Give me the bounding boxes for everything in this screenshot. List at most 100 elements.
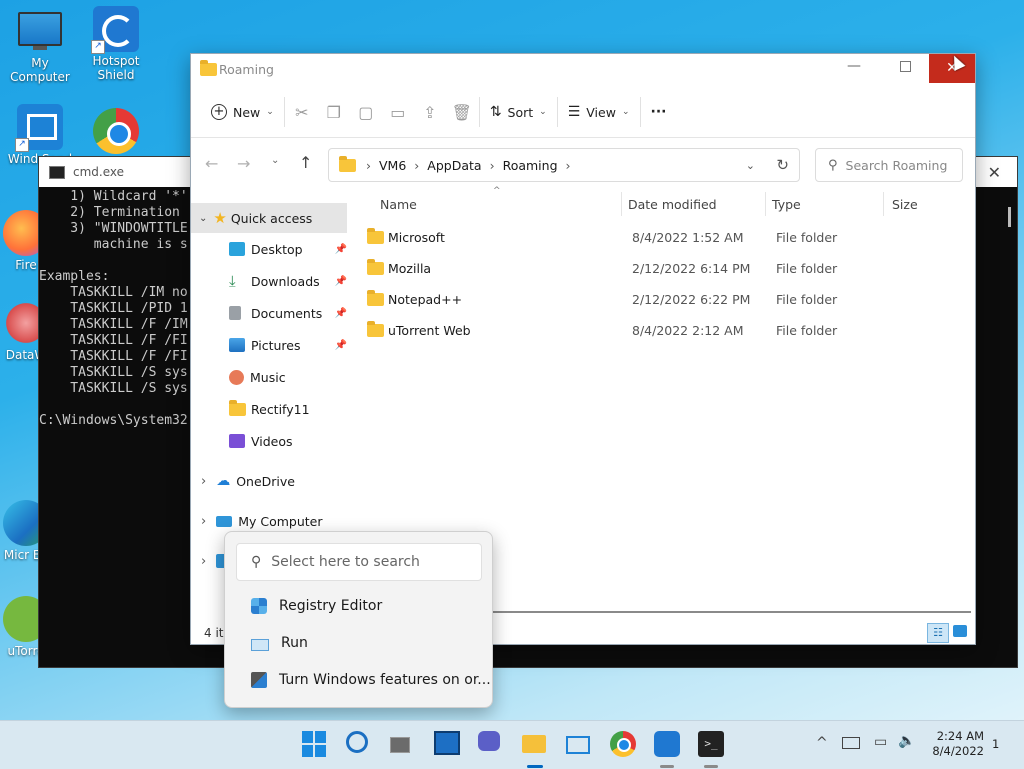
notification-badge[interactable]: 1 <box>992 737 999 751</box>
folder-icon <box>367 259 384 275</box>
cloud-icon: ☁ <box>216 473 231 489</box>
nav-item-downloads[interactable]: ⤓ Downloads 📌 <box>191 265 351 297</box>
task-view-icon[interactable] <box>390 731 416 757</box>
menu-item-run[interactable]: Run <box>251 635 308 651</box>
teams-chat-icon[interactable] <box>478 731 504 757</box>
desktop-icon-chrome[interactable] <box>76 108 156 156</box>
cmd-scrollbar[interactable] <box>1008 207 1011 227</box>
close-icon[interactable]: ✕ <box>988 163 1001 182</box>
column-header-date[interactable]: Date modified <box>628 197 717 212</box>
recent-chevron-icon[interactable]: ⌄ <box>271 155 279 166</box>
nav-item-pictures[interactable]: Pictures 📌 <box>191 329 351 361</box>
view-button[interactable]: ☰ View ⌄ <box>560 96 638 128</box>
new-button[interactable]: + New ⌄ <box>203 96 282 128</box>
desktop-icon-my-computer[interactable]: My Computer <box>0 8 80 84</box>
sort-button[interactable]: ⇅ Sort ⌄ <box>482 96 555 128</box>
breadcrumb-item[interactable]: VM6 <box>379 158 406 173</box>
volume-icon[interactable]: 🔈 <box>898 733 915 749</box>
chevron-up-icon[interactable]: ^ <box>816 735 828 751</box>
star-icon: ★ <box>213 209 227 227</box>
chevron-down-icon: ⌄ <box>199 212 208 224</box>
file-type: File folder <box>776 261 838 276</box>
file-row[interactable]: uTorrent Web 8/4/2022 2:12 AM File folde… <box>367 315 837 346</box>
cmd-icon <box>49 165 65 179</box>
menu-search-placeholder: Select here to search <box>271 554 420 570</box>
keyboard-icon[interactable] <box>842 737 860 749</box>
refresh-icon[interactable]: ↻ <box>776 156 789 174</box>
cut-icon[interactable]: ✂ <box>287 103 317 122</box>
nav-item-videos[interactable]: Videos <box>191 425 351 457</box>
file-name: Microsoft <box>388 230 445 245</box>
view-label: View <box>586 104 616 120</box>
start-icon[interactable] <box>302 731 328 757</box>
file-row[interactable]: Microsoft 8/4/2022 1:52 AM File folder <box>367 222 837 253</box>
menu-item-label: Registry Editor <box>279 598 383 614</box>
file-name: Notepad++ <box>388 292 463 307</box>
maximize-button[interactable] <box>900 61 911 72</box>
file-type: File folder <box>776 292 838 307</box>
taskbar: >_ ^ ▭ 🔈 2:24 AM 8/4/2022 1 <box>0 720 1024 769</box>
terminal-icon[interactable]: >_ <box>698 731 724 757</box>
nav-item-desktop[interactable]: Desktop 📌 <box>191 233 351 265</box>
minimize-button[interactable]: — <box>847 58 861 74</box>
tiles-view-button[interactable] <box>953 625 967 637</box>
document-icon <box>229 306 241 320</box>
nav-label: Desktop <box>251 241 303 257</box>
breadcrumb-item[interactable]: Roaming <box>503 158 558 173</box>
column-header-type[interactable]: Type <box>772 197 801 212</box>
file-explorer-icon[interactable] <box>522 731 548 757</box>
delete-icon[interactable]: 🗑 <box>447 103 477 122</box>
registry-editor-icon <box>251 598 267 614</box>
search-box[interactable]: ⚲ Search Roaming <box>815 148 963 182</box>
breadcrumb-item[interactable]: AppData <box>427 158 481 173</box>
sandbox-icon: ↗ <box>15 104 63 152</box>
file-row[interactable]: Mozilla 2/12/2022 6:14 PM File folder <box>367 253 837 284</box>
rename-icon[interactable]: ▭ <box>383 103 413 122</box>
file-date: 2/12/2022 6:22 PM <box>632 292 751 307</box>
address-bar[interactable]: › VM6 › AppData › Roaming › ⌄ ↻ <box>328 148 800 182</box>
nav-item-music[interactable]: Music <box>191 361 351 393</box>
folder-icon <box>200 60 217 76</box>
browser-icon[interactable] <box>610 731 636 757</box>
divider <box>478 97 480 127</box>
search-icon[interactable] <box>346 731 372 757</box>
nav-item-rectify11[interactable]: Rectify11 <box>191 393 351 425</box>
chevron-right-icon: › <box>366 157 371 173</box>
menu-search-box[interactable]: ⚲ Select here to search <box>236 543 482 581</box>
back-arrow-icon[interactable]: ← <box>205 154 218 173</box>
clock[interactable]: 2:24 AM 8/4/2022 <box>924 729 984 759</box>
file-date: 2/12/2022 6:14 PM <box>632 261 751 276</box>
widgets-icon[interactable] <box>434 731 460 757</box>
share-icon[interactable]: ⇪ <box>415 103 445 122</box>
explorer-titlebar[interactable]: Roaming — ✕ <box>191 54 975 84</box>
horizontal-scrollbar[interactable] <box>491 611 971 613</box>
menu-item-windows-features[interactable]: Turn Windows features on or... <box>251 672 491 688</box>
file-row[interactable]: Notepad++ 2/12/2022 6:22 PM File folder <box>367 284 837 315</box>
copy-icon[interactable]: ❐ <box>319 103 349 122</box>
hotspot-shield-icon[interactable] <box>654 731 680 757</box>
pin-icon: 📌 <box>334 307 347 319</box>
shortcut-arrow-icon: ↗ <box>91 40 105 54</box>
sandbox-icon[interactable] <box>566 731 592 757</box>
network-icon[interactable]: ▭ <box>874 734 887 750</box>
nav-onedrive[interactable]: › ☁ OneDrive <box>191 465 351 497</box>
menu-item-registry-editor[interactable]: Registry Editor <box>251 598 382 614</box>
sort-label: Sort <box>507 104 534 120</box>
nav-item-documents[interactable]: Documents 📌 <box>191 297 351 329</box>
address-dropdown-icon[interactable]: ⌄ <box>746 159 755 172</box>
details-view-button[interactable]: ☷ <box>927 623 949 643</box>
clock-time: 2:24 AM <box>936 729 984 743</box>
folder-icon <box>367 321 384 337</box>
music-icon <box>229 369 244 385</box>
windows-features-icon <box>251 672 267 688</box>
download-icon: ⤓ <box>229 272 236 290</box>
paste-icon[interactable]: ▢ <box>351 103 381 122</box>
nav-quick-access[interactable]: ⌄ ★ Quick access <box>191 203 347 233</box>
desktop-icon-hotspot-shield[interactable]: ↗ Hotspot Shield <box>76 6 156 82</box>
up-arrow-icon[interactable]: ↑ <box>299 153 312 172</box>
more-options-button[interactable]: ··· <box>643 96 675 128</box>
more-icon: ··· <box>650 104 667 120</box>
column-header-name[interactable]: Name <box>380 197 417 212</box>
forward-arrow-icon[interactable]: → <box>237 154 250 173</box>
column-header-size[interactable]: Size <box>892 197 918 212</box>
